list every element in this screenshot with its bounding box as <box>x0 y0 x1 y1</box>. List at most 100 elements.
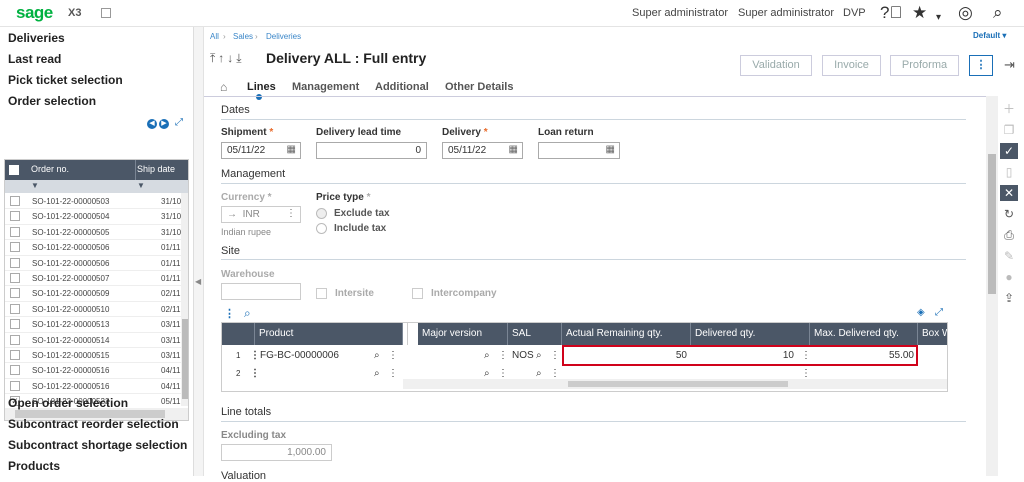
print-icon[interactable]: ⎙ <box>1000 227 1018 243</box>
lines-grid-hscrollbar[interactable] <box>403 379 947 389</box>
expand-icon[interactable]: ⤢ <box>935 307 943 318</box>
expand-icon[interactable]: ⤢ <box>175 117 183 128</box>
breadcrumb-all[interactable]: All <box>210 32 219 41</box>
more-icon[interactable]: ⋮ <box>498 347 508 365</box>
lookup-icon[interactable]: ⌕ <box>374 347 380 365</box>
more-icon[interactable]: ⋮ <box>550 347 560 365</box>
order-row[interactable]: SO-101-22-00000509 02/11 <box>5 286 183 302</box>
more-icon[interactable]: ⋮ <box>388 347 398 365</box>
order-row[interactable]: SO-101-22-00000503 31/10 <box>5 194 183 210</box>
grid-header-sal[interactable]: SAL <box>508 323 562 345</box>
filter-icon[interactable]: ▼ <box>137 181 145 190</box>
lookup-icon[interactable]: ⌕ <box>484 347 490 365</box>
delivery-date-field[interactable]: 05/11/22 ▦ <box>442 142 523 159</box>
row-checkbox[interactable] <box>10 226 20 237</box>
more-icon[interactable]: ⋮ <box>286 208 296 219</box>
order-row[interactable]: SO-101-22-00000507 01/11 <box>5 271 183 287</box>
row-checkbox[interactable] <box>10 273 20 283</box>
grid-header-product[interactable]: Product <box>255 323 403 345</box>
add-icon[interactable]: ＋ <box>1000 101 1018 117</box>
grid-header-max-delivered-qty[interactable]: Max. Delivered qty. <box>810 323 918 345</box>
include-tax-radio[interactable] <box>316 223 327 234</box>
order-row[interactable]: SO-101-22-00000515 03/11 <box>5 348 183 364</box>
tab-management[interactable]: Management <box>292 81 359 93</box>
grid-menu-icon[interactable]: ⋮ <box>224 307 235 320</box>
star-icon[interactable]: ★ <box>912 3 927 23</box>
row-checkbox[interactable] <box>10 319 20 330</box>
sidebar-products[interactable]: Products <box>8 459 60 473</box>
prev-icon[interactable]: ◀ <box>147 119 157 129</box>
row-menu-icon[interactable]: ⋮ <box>250 365 260 383</box>
export-icon[interactable]: ⇪ <box>1000 290 1018 306</box>
order-row[interactable]: SO-101-22-00000514 03/11 <box>5 333 183 348</box>
grid-header-box-width[interactable]: Box Wi <box>918 323 947 345</box>
order-row[interactable]: SO-101-22-00000506 01/11 <box>5 240 183 256</box>
row-checkbox[interactable] <box>10 350 20 360</box>
collapse-icon[interactable]: ◀ <box>195 277 201 286</box>
sidebar-subcontract-shortage-selection[interactable]: Subcontract shortage selection <box>8 438 187 452</box>
shipment-date-field[interactable]: 05/11/22 ▦ <box>221 142 301 159</box>
search-icon[interactable]: ⌕ <box>993 3 1003 23</box>
row-checkbox[interactable] <box>10 242 20 253</box>
row-checkbox[interactable] <box>10 380 20 391</box>
layers-icon[interactable]: ◈ <box>917 307 925 318</box>
row-menu-icon[interactable]: ⋮ <box>250 347 260 365</box>
main-vscrollbar[interactable] <box>986 96 998 476</box>
exclude-tax-radio[interactable] <box>316 208 327 219</box>
breadcrumb-deliveries[interactable]: Deliveries <box>266 32 301 41</box>
save-icon[interactable]: ✓ <box>1000 143 1018 159</box>
lookup-icon[interactable]: ⌕ <box>374 365 380 383</box>
col-ship-date[interactable]: Ship date <box>137 164 175 174</box>
user-role[interactable]: Super administrator <box>632 7 728 19</box>
order-row[interactable]: SO-101-22-00000510 02/11 <box>5 302 183 318</box>
currency-field[interactable]: → INR ⋮ <box>221 206 301 223</box>
row-checkbox[interactable] <box>10 334 20 345</box>
row-checkbox[interactable] <box>10 303 20 314</box>
validation-button[interactable]: Validation <box>740 55 812 76</box>
row-checkbox[interactable] <box>10 196 20 206</box>
col-order-no[interactable]: Order no. <box>31 164 69 174</box>
grid-header-delivered-qty[interactable]: Delivered qty. <box>691 323 810 345</box>
invoice-button[interactable]: Invoice <box>822 55 881 76</box>
sidebar-last-read[interactable]: Last read <box>8 52 61 66</box>
order-row[interactable]: SO-101-22-00000505 31/10 <box>5 225 183 241</box>
exit-icon[interactable]: ⇥ <box>1004 57 1015 73</box>
select-all-checkbox[interactable] <box>9 165 19 175</box>
more-actions-icon[interactable]: ⋮ <box>969 55 993 76</box>
sidebar-order-selection[interactable]: Order selection <box>8 94 96 108</box>
sidebar-subcontract-reorder-selection[interactable]: Subcontract reorder selection <box>8 417 179 431</box>
row-checkbox[interactable] <box>10 288 20 299</box>
sidebar-deliveries[interactable]: Deliveries <box>8 31 65 45</box>
sal-cell[interactable]: NOS <box>512 347 534 365</box>
order-row[interactable]: SO-101-22-00000516 04/11 <box>5 363 183 379</box>
default-dropdown[interactable]: Default ▾ <box>973 31 1006 40</box>
calendar-icon[interactable]: ▦ <box>287 144 296 155</box>
calendar-icon[interactable] <box>101 8 111 18</box>
refresh-icon[interactable]: ↻ <box>1000 206 1018 222</box>
sidebar-open-order-selection[interactable]: Open order selection <box>8 396 128 410</box>
comment-icon[interactable]: ● <box>1000 269 1018 285</box>
sidebar-pick-ticket-selection[interactable]: Pick ticket selection <box>8 73 123 87</box>
more-icon[interactable]: ⋮ <box>388 365 398 383</box>
order-row[interactable]: SO-101-22-00000513 03/11 <box>5 317 183 333</box>
delivery-lead-time-field[interactable]: 0 <box>316 142 427 159</box>
row-checkbox[interactable] <box>10 257 20 268</box>
row-checkbox[interactable] <box>10 211 20 222</box>
tab-lines[interactable]: Lines <box>247 81 276 93</box>
record-nav-icons[interactable]: ⤒↑↓⤓ <box>210 51 245 66</box>
home-icon[interactable]: ⌂ <box>220 80 227 94</box>
copy-icon[interactable]: ❐ <box>1000 122 1018 138</box>
calendar-icon[interactable]: ▦ <box>606 144 615 155</box>
lookup-icon[interactable]: ⌕ <box>536 347 542 365</box>
arrow-right-icon[interactable]: → <box>227 209 237 220</box>
loan-return-field[interactable]: ▦ <box>538 142 620 159</box>
tab-additional[interactable]: Additional <box>375 81 429 93</box>
tab-other-details[interactable]: Other Details <box>445 81 513 93</box>
proforma-button[interactable]: Proforma <box>890 55 959 76</box>
order-row[interactable]: SO-101-22-00000504 31/10 <box>5 209 183 225</box>
order-grid-scrollbar[interactable] <box>181 193 188 406</box>
compass-icon[interactable]: ◎ <box>958 3 973 23</box>
row-checkbox[interactable] <box>10 365 20 376</box>
next-icon[interactable]: ▶ <box>159 119 169 129</box>
help-icon[interactable]: ?⃝ <box>880 3 902 23</box>
